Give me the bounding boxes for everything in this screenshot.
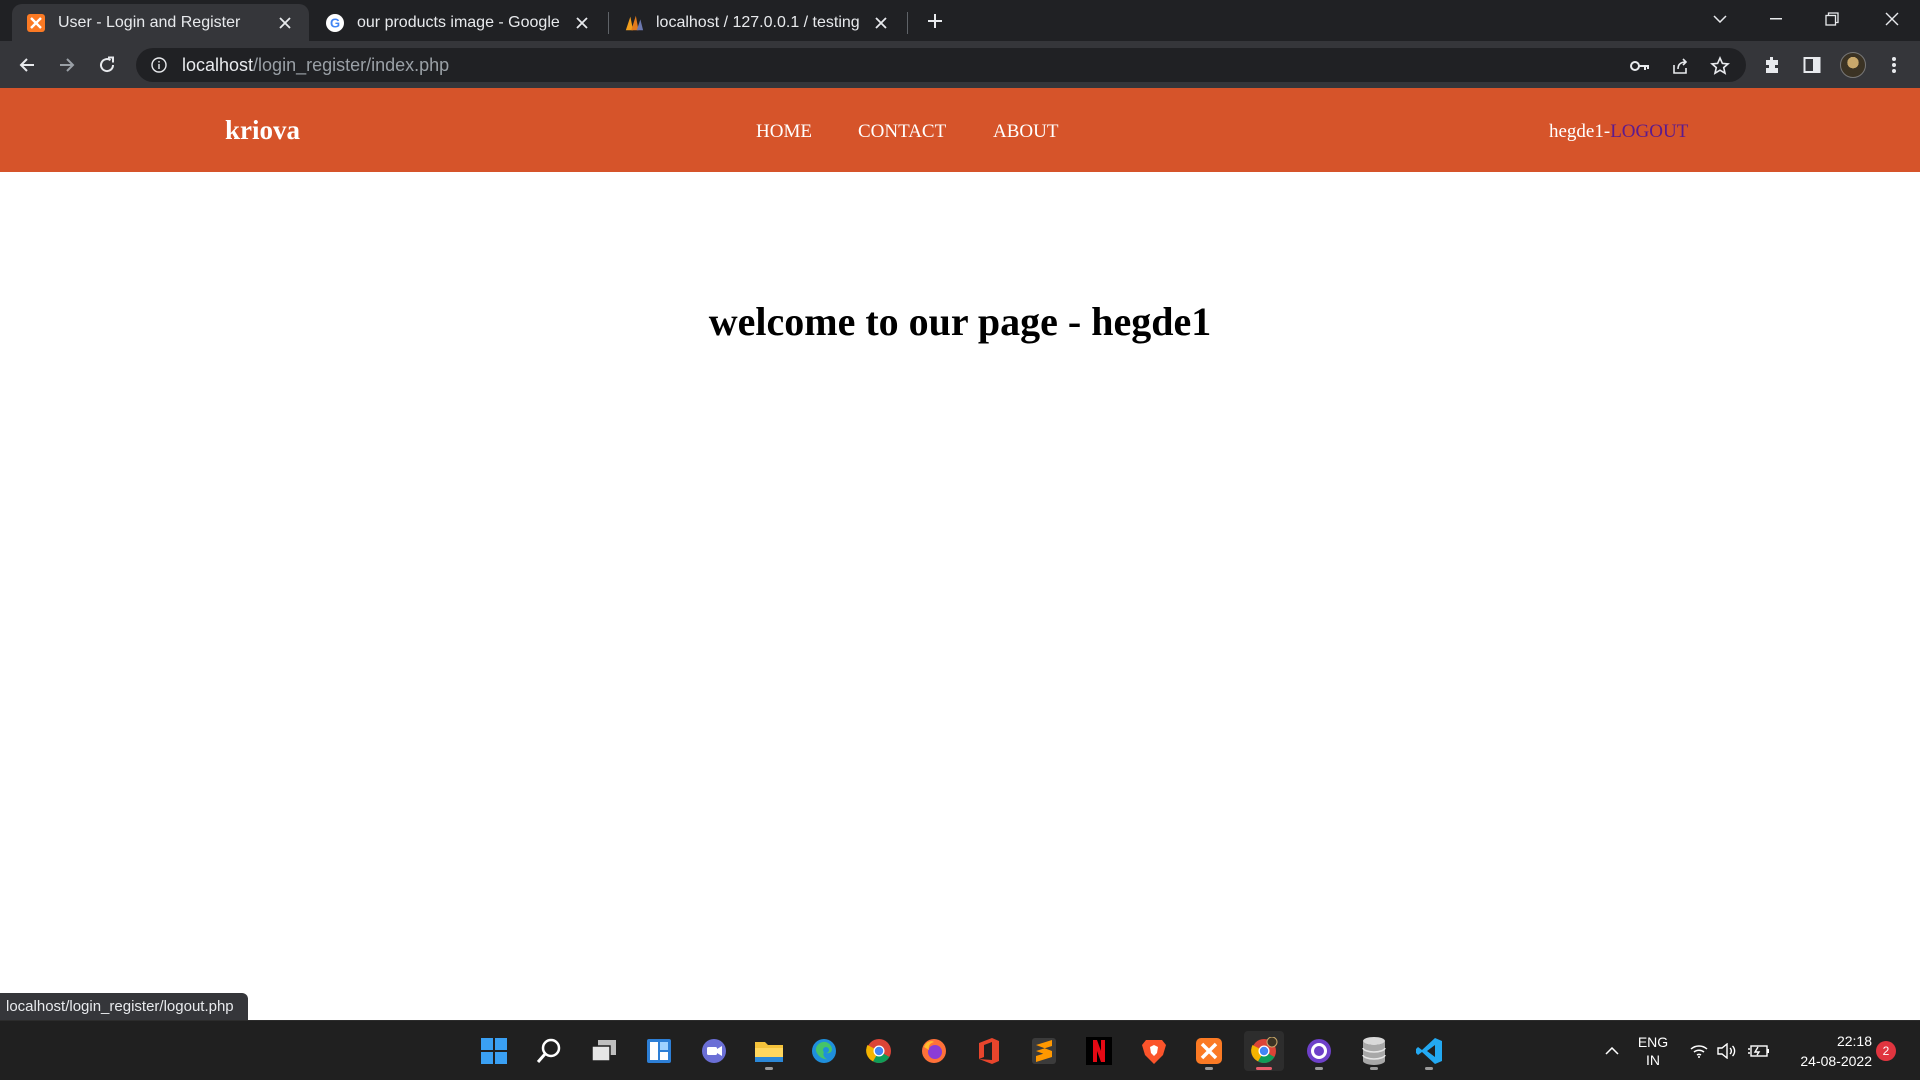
back-button[interactable] bbox=[11, 49, 43, 81]
clock-date: 24-08-2022 bbox=[1800, 1053, 1872, 1069]
close-icon bbox=[1885, 12, 1899, 26]
teams-chat-icon[interactable] bbox=[694, 1031, 734, 1071]
widgets-icon[interactable] bbox=[639, 1031, 679, 1071]
windows-taskbar: ENG IN 22:18 24-08-2022 bbox=[0, 1020, 1920, 1080]
restore-button[interactable] bbox=[1804, 0, 1860, 38]
tab-divider bbox=[608, 12, 609, 34]
firefox-icon[interactable] bbox=[914, 1031, 954, 1071]
reload-button[interactable] bbox=[91, 49, 123, 81]
star-icon[interactable] bbox=[1710, 56, 1730, 76]
svg-text:G: G bbox=[330, 15, 340, 30]
tab-title: localhost / 127.0.0.1 / testing / re bbox=[656, 13, 863, 31]
close-tab-icon[interactable] bbox=[871, 13, 891, 33]
minimize-icon bbox=[1770, 18, 1782, 20]
phpmyadmin-icon bbox=[624, 13, 644, 33]
chrome-profile-icon[interactable] bbox=[1244, 1031, 1284, 1071]
site-navbar: kriova HOME CONTACT ABOUT hegde1-LOGOUT bbox=[0, 88, 1920, 172]
language-indicator[interactable]: ENG IN bbox=[1630, 1021, 1676, 1080]
volume-icon[interactable] bbox=[1714, 1021, 1740, 1080]
tab-divider bbox=[907, 12, 908, 34]
minimize-button[interactable] bbox=[1748, 0, 1804, 38]
welcome-heading: welcome to our page - hegde1 bbox=[708, 299, 1212, 344]
vscode-icon[interactable] bbox=[1409, 1031, 1449, 1071]
tab-title: User - Login and Register bbox=[58, 13, 241, 31]
battery-icon[interactable] bbox=[1744, 1021, 1772, 1080]
nav-home[interactable]: HOME bbox=[756, 121, 812, 143]
restore-icon bbox=[1825, 12, 1839, 26]
profile-avatar[interactable] bbox=[1840, 52, 1866, 78]
xampp-icon bbox=[26, 13, 46, 33]
sublime-text-icon[interactable] bbox=[1024, 1031, 1064, 1071]
share-icon[interactable] bbox=[1670, 56, 1690, 76]
key-icon[interactable] bbox=[1630, 56, 1650, 76]
office-icon[interactable] bbox=[969, 1031, 1009, 1071]
arrow-left-icon bbox=[19, 58, 34, 72]
netflix-icon[interactable] bbox=[1079, 1031, 1119, 1071]
url-host: localhost bbox=[182, 54, 254, 75]
tab-google-search[interactable]: G our products image - Google Sea bbox=[311, 4, 606, 41]
search-icon[interactable] bbox=[529, 1031, 569, 1071]
info-icon[interactable] bbox=[150, 56, 168, 74]
site-brand[interactable]: kriova bbox=[225, 115, 300, 146]
close-tab-icon[interactable] bbox=[275, 13, 295, 33]
database-icon[interactable] bbox=[1354, 1031, 1394, 1071]
clock-time: 22:18 bbox=[1836, 1033, 1872, 1049]
chrome-icon[interactable] bbox=[859, 1031, 899, 1071]
side-panel-icon[interactable] bbox=[1796, 49, 1828, 81]
xampp-icon[interactable] bbox=[1189, 1031, 1229, 1071]
nav-contact[interactable]: CONTACT bbox=[858, 121, 946, 143]
tab-phpmyadmin[interactable]: localhost / 127.0.0.1 / testing / re bbox=[610, 4, 905, 41]
browser-tab-strip: User - Login and Register G our products… bbox=[0, 0, 1920, 41]
arrow-right-icon bbox=[60, 58, 75, 72]
task-view-icon[interactable] bbox=[584, 1031, 624, 1071]
file-explorer-icon[interactable] bbox=[749, 1031, 789, 1071]
windows-start-icon[interactable] bbox=[474, 1031, 514, 1071]
close-tab-icon[interactable] bbox=[572, 13, 592, 33]
reload-icon bbox=[100, 56, 115, 73]
brave-icon[interactable] bbox=[1134, 1031, 1174, 1071]
logout-link[interactable]: LOGOUT bbox=[1610, 121, 1688, 142]
nav-about[interactable]: ABOUT bbox=[993, 121, 1058, 143]
tab-title: our products image - Google Sea bbox=[357, 13, 564, 31]
url-path: /login_register/index.php bbox=[253, 54, 450, 75]
github-desktop-icon[interactable] bbox=[1299, 1031, 1339, 1071]
notification-badge[interactable]: 2 bbox=[1876, 1041, 1896, 1061]
address-bar[interactable]: localhost/login_register/index.php bbox=[136, 48, 1746, 82]
chevron-up-icon[interactable] bbox=[1598, 1021, 1626, 1080]
wifi-icon[interactable] bbox=[1686, 1021, 1712, 1080]
plus-icon bbox=[928, 14, 942, 28]
clock[interactable]: 22:18 24-08-2022 bbox=[1780, 1021, 1872, 1080]
tab-login-register[interactable]: User - Login and Register bbox=[12, 4, 309, 41]
menu-kebab-icon[interactable] bbox=[1878, 49, 1910, 81]
username-label: hegde1- bbox=[1549, 121, 1611, 142]
chevron-down-icon bbox=[1713, 15, 1727, 23]
language-region: IN bbox=[1646, 1052, 1660, 1068]
user-area: hegde1-LOGOUT bbox=[1549, 121, 1688, 143]
forward-button[interactable] bbox=[51, 49, 83, 81]
edge-icon[interactable] bbox=[804, 1031, 844, 1071]
close-window-button[interactable] bbox=[1864, 0, 1920, 38]
language-code: ENG bbox=[1637, 1034, 1669, 1050]
browser-toolbar: localhost/login_register/index.php bbox=[0, 41, 1920, 88]
new-tab-button[interactable] bbox=[921, 7, 949, 35]
status-url-bubble: localhost/login_register/logout.php bbox=[0, 993, 248, 1020]
google-icon: G bbox=[325, 13, 345, 33]
extensions-icon[interactable] bbox=[1756, 49, 1788, 81]
tab-search-button[interactable] bbox=[1692, 0, 1748, 38]
